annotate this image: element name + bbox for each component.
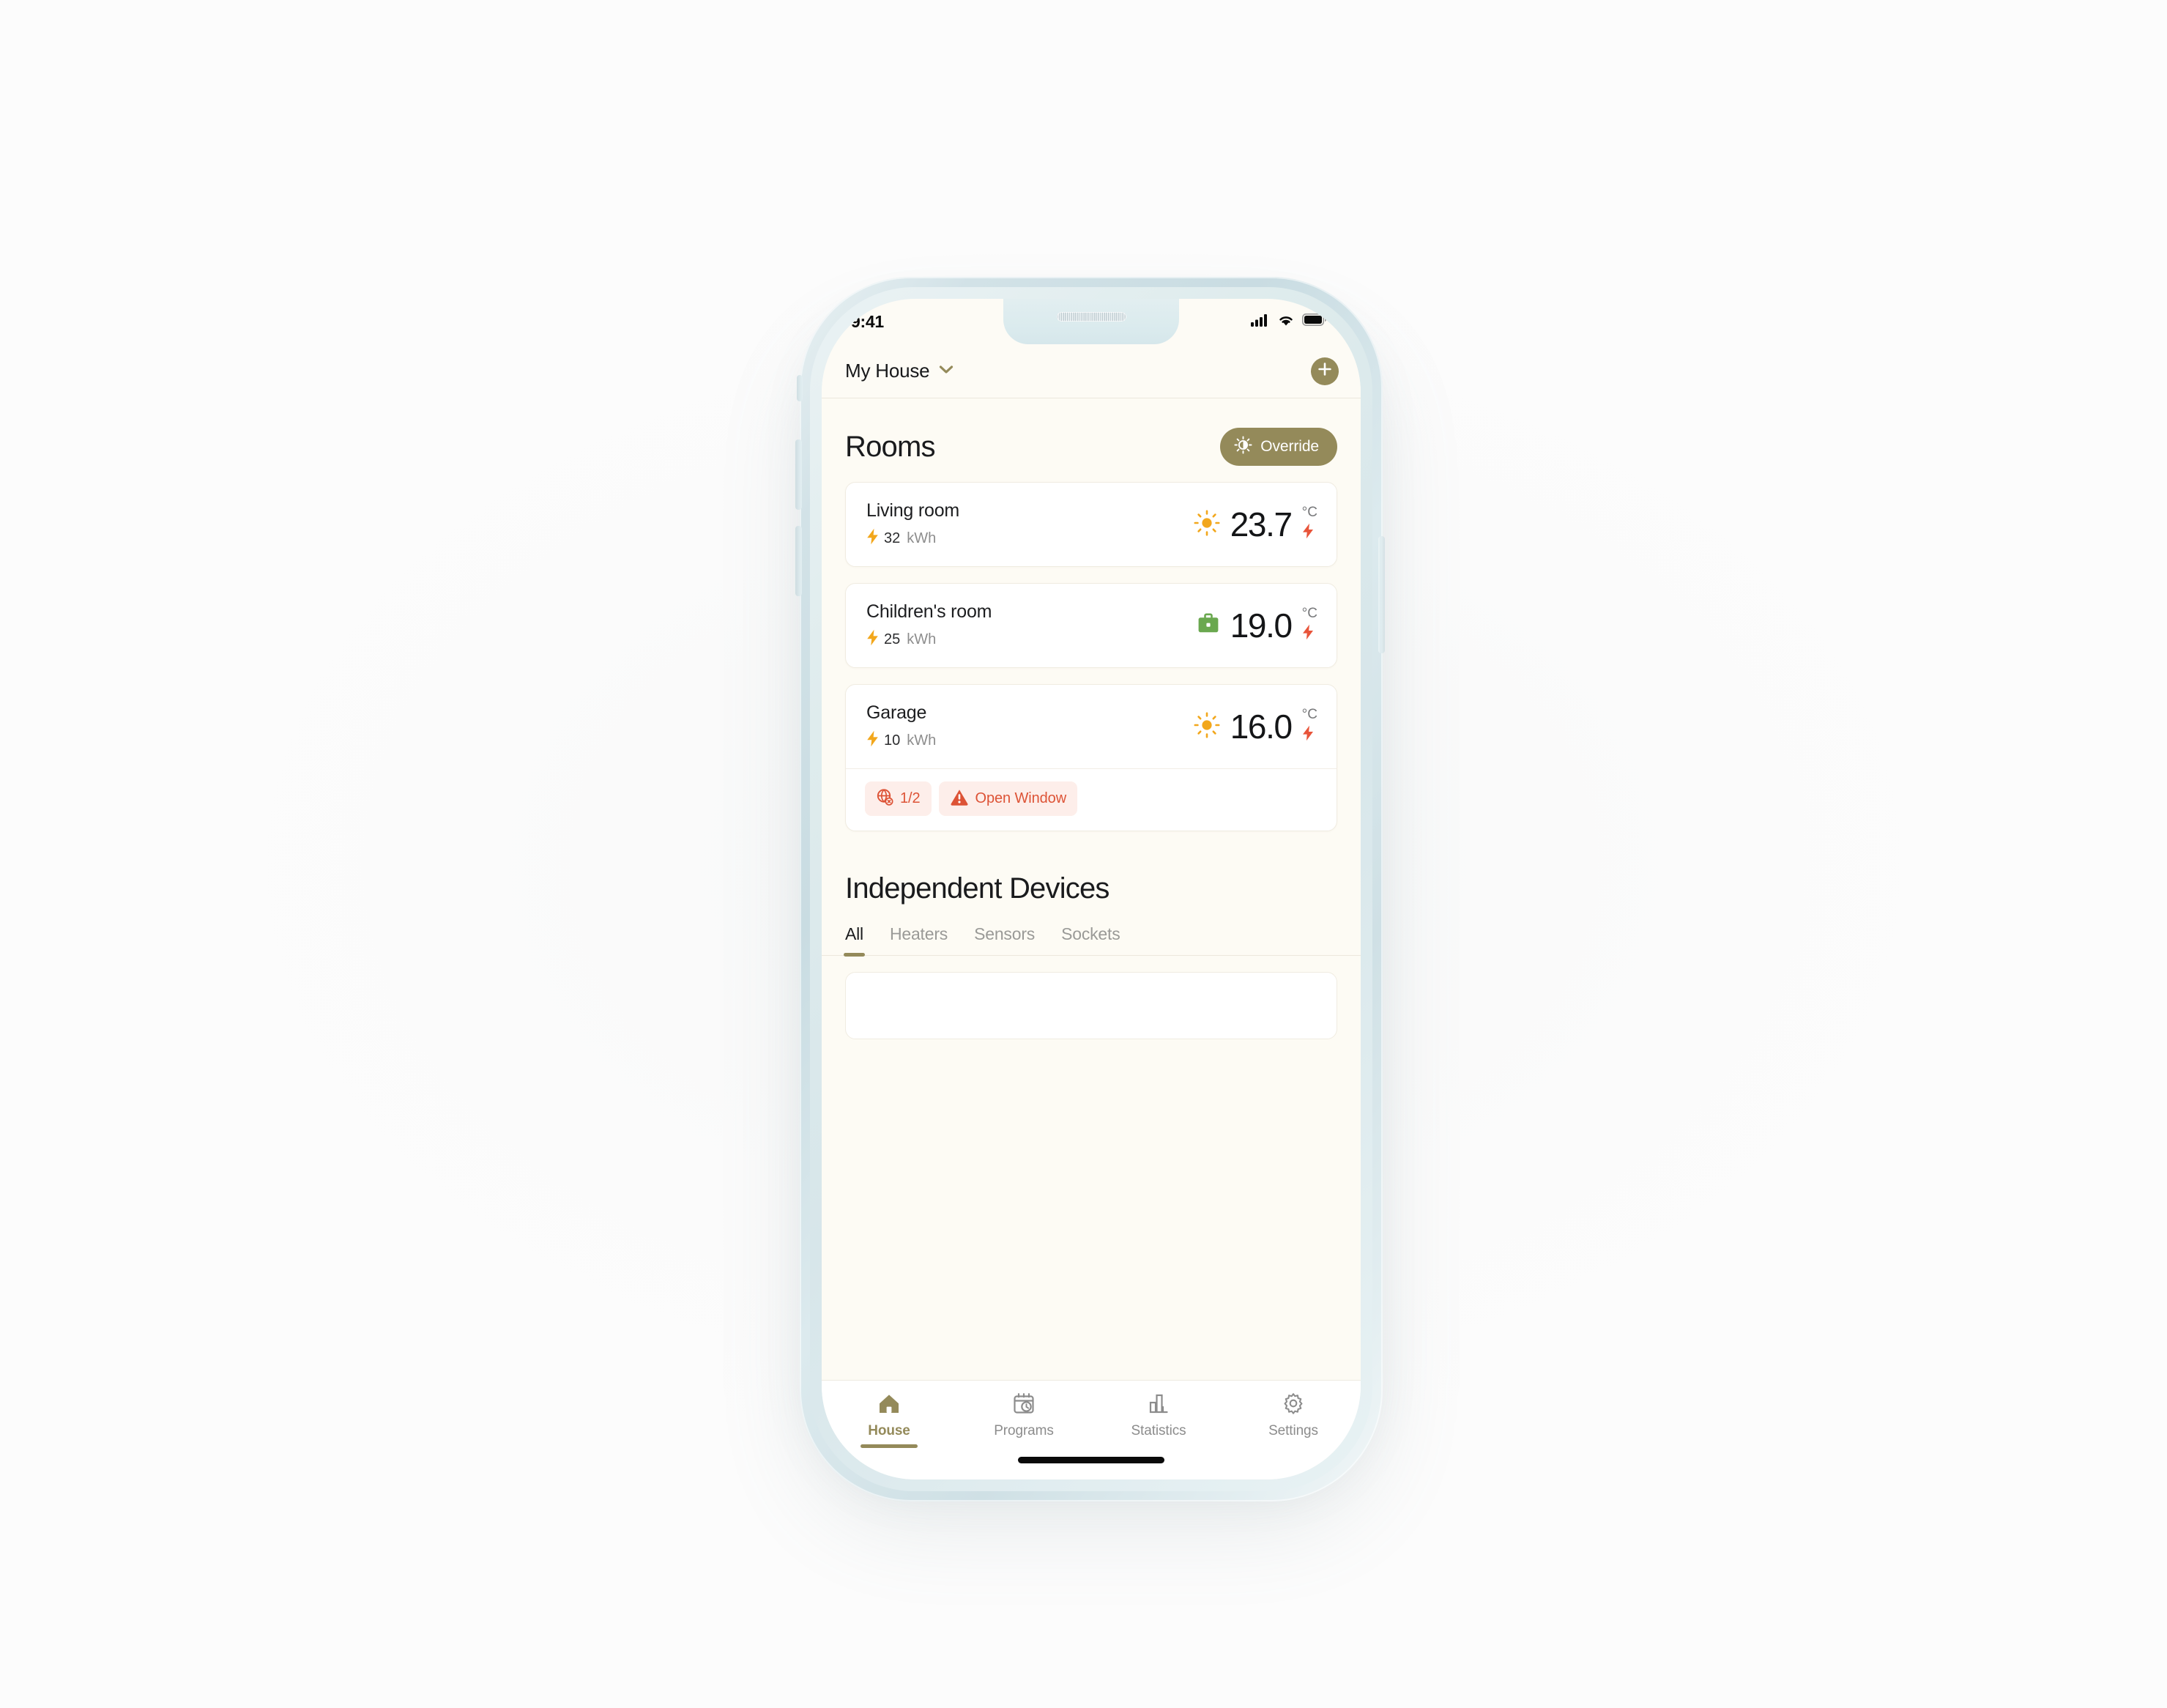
home-icon — [877, 1392, 901, 1418]
nav-label-settings: Settings — [1268, 1423, 1318, 1438]
room-readout: 16.0 °C — [1194, 708, 1317, 746]
lightning-bolt-red-icon — [1302, 624, 1314, 644]
phone-notch — [1003, 299, 1179, 344]
screenshot-canvas: 9:41 My House Rooms Override Living room… — [0, 0, 2167, 1708]
room-card-main: Living room 32 kWh 23.7 °C — [846, 483, 1337, 566]
lightning-bolt-icon — [866, 730, 879, 751]
room-energy-value: 32 — [884, 530, 901, 546]
status-chip-offline[interactable]: 1/2 — [865, 781, 932, 816]
status-bar-clock: 9:41 — [851, 311, 884, 331]
room-energy: 10 kWh — [866, 730, 936, 751]
warning-triangle-icon — [950, 788, 969, 809]
nav-label-programs: Programs — [994, 1423, 1054, 1438]
room-temp-side: °C — [1302, 708, 1317, 746]
room-energy: 25 kWh — [866, 629, 992, 650]
nav-item-settings[interactable]: Settings — [1252, 1392, 1334, 1439]
add-device-button[interactable] — [1311, 357, 1339, 385]
brightness-half-icon — [1234, 436, 1252, 458]
status-bar-icons — [1251, 313, 1327, 330]
room-info: Children's room 25 kWh — [866, 601, 992, 650]
briefcase-icon — [1197, 613, 1220, 639]
plus-icon — [1317, 361, 1333, 381]
device-card[interactable] — [845, 972, 1337, 1039]
phone-screen: 9:41 My House Rooms Override Living room… — [822, 299, 1361, 1479]
earpiece-speaker — [1057, 312, 1126, 322]
status-chip-open-window[interactable]: Open Window — [938, 781, 1078, 816]
room-temperature: 23.7 — [1230, 505, 1293, 543]
room-card-main: Garage 10 kWh 16.0 °C — [846, 685, 1337, 768]
volume-down-button[interactable] — [795, 526, 802, 596]
wifi-icon — [1277, 313, 1295, 330]
room-temp-side: °C — [1302, 606, 1317, 645]
sun-icon — [1194, 510, 1220, 540]
chevron-down-icon — [939, 365, 954, 378]
bar-chart-icon — [1147, 1392, 1170, 1418]
volume-up-button[interactable] — [795, 439, 802, 510]
room-energy: 32 kWh — [866, 528, 959, 549]
room-card[interactable]: Garage 10 kWh 16.0 °C 1/2 Open Window — [845, 684, 1337, 831]
override-button[interactable]: Override — [1220, 428, 1337, 466]
rooms-section-header: Rooms Override — [822, 398, 1361, 482]
room-info: Garage 10 kWh — [866, 702, 936, 751]
room-energy-unit: kWh — [907, 631, 937, 647]
calendar-clock-icon — [1012, 1392, 1036, 1418]
room-energy-value: 25 — [884, 631, 901, 647]
room-card[interactable]: Living room 32 kWh 23.7 °C — [845, 482, 1337, 567]
house-name-label: My House — [845, 360, 930, 382]
globe-offline-icon — [876, 788, 893, 809]
room-info: Living room 32 kWh — [866, 500, 959, 549]
temperature-unit: °C — [1301, 504, 1317, 520]
room-readout: 19.0 °C — [1197, 606, 1317, 645]
house-selector[interactable]: My House — [845, 360, 954, 382]
tab-heaters[interactable]: Heaters — [890, 924, 948, 955]
room-status-chips: 1/2 Open Window — [846, 768, 1337, 831]
main-content: Rooms Override Living room 32 kWh 23.7 °… — [822, 398, 1361, 1380]
lightning-bolt-icon — [866, 629, 879, 650]
room-temperature: 16.0 — [1230, 708, 1293, 746]
override-label: Override — [1260, 438, 1319, 455]
nav-label-statistics: Statistics — [1131, 1423, 1186, 1438]
status-chip-text: 1/2 — [900, 790, 921, 806]
gear-icon — [1282, 1392, 1305, 1418]
rooms-title: Rooms — [845, 430, 936, 463]
nav-item-programs[interactable]: Programs — [983, 1392, 1065, 1439]
room-name: Children's room — [866, 601, 992, 622]
silent-switch-button[interactable] — [797, 375, 803, 401]
room-energy-unit: kWh — [907, 732, 937, 749]
nav-item-statistics[interactable]: Statistics — [1118, 1392, 1200, 1439]
room-card[interactable]: Children's room 25 kWh 19.0 °C — [845, 583, 1337, 668]
temperature-unit: °C — [1301, 706, 1317, 722]
battery-icon — [1302, 313, 1327, 330]
lightning-bolt-red-icon — [1302, 523, 1314, 543]
home-indicator[interactable] — [1018, 1457, 1164, 1463]
nav-active-indicator — [861, 1444, 918, 1448]
tab-sockets[interactable]: Sockets — [1061, 924, 1120, 955]
devices-title: Independent Devices — [845, 872, 1109, 905]
temperature-unit: °C — [1301, 605, 1317, 621]
room-name: Garage — [866, 702, 927, 723]
power-button[interactable] — [1378, 536, 1385, 653]
nav-label-house: House — [868, 1423, 910, 1438]
room-temp-side: °C — [1302, 505, 1317, 544]
room-card-main: Children's room 25 kWh 19.0 °C — [846, 584, 1337, 667]
lightning-bolt-icon — [866, 528, 879, 549]
nav-item-house[interactable]: House — [848, 1392, 930, 1448]
lightning-bolt-red-icon — [1302, 725, 1314, 745]
status-chip-text: Open Window — [975, 790, 1067, 806]
cellular-signal-icon — [1251, 313, 1270, 330]
room-temperature: 19.0 — [1230, 606, 1293, 645]
room-energy-value: 10 — [884, 732, 901, 749]
room-readout: 23.7 °C — [1194, 505, 1317, 544]
tab-sensors[interactable]: Sensors — [974, 924, 1035, 955]
tab-all[interactable]: All — [844, 924, 865, 957]
sun-icon — [1194, 712, 1220, 742]
room-name: Living room — [866, 500, 960, 521]
app-header: My House — [822, 344, 1361, 398]
room-energy-unit: kWh — [907, 530, 937, 546]
bottom-navigation: House Programs Statistics Settings — [822, 1380, 1361, 1479]
device-filter-tabs: All Heaters Sensors Sockets — [822, 905, 1361, 957]
